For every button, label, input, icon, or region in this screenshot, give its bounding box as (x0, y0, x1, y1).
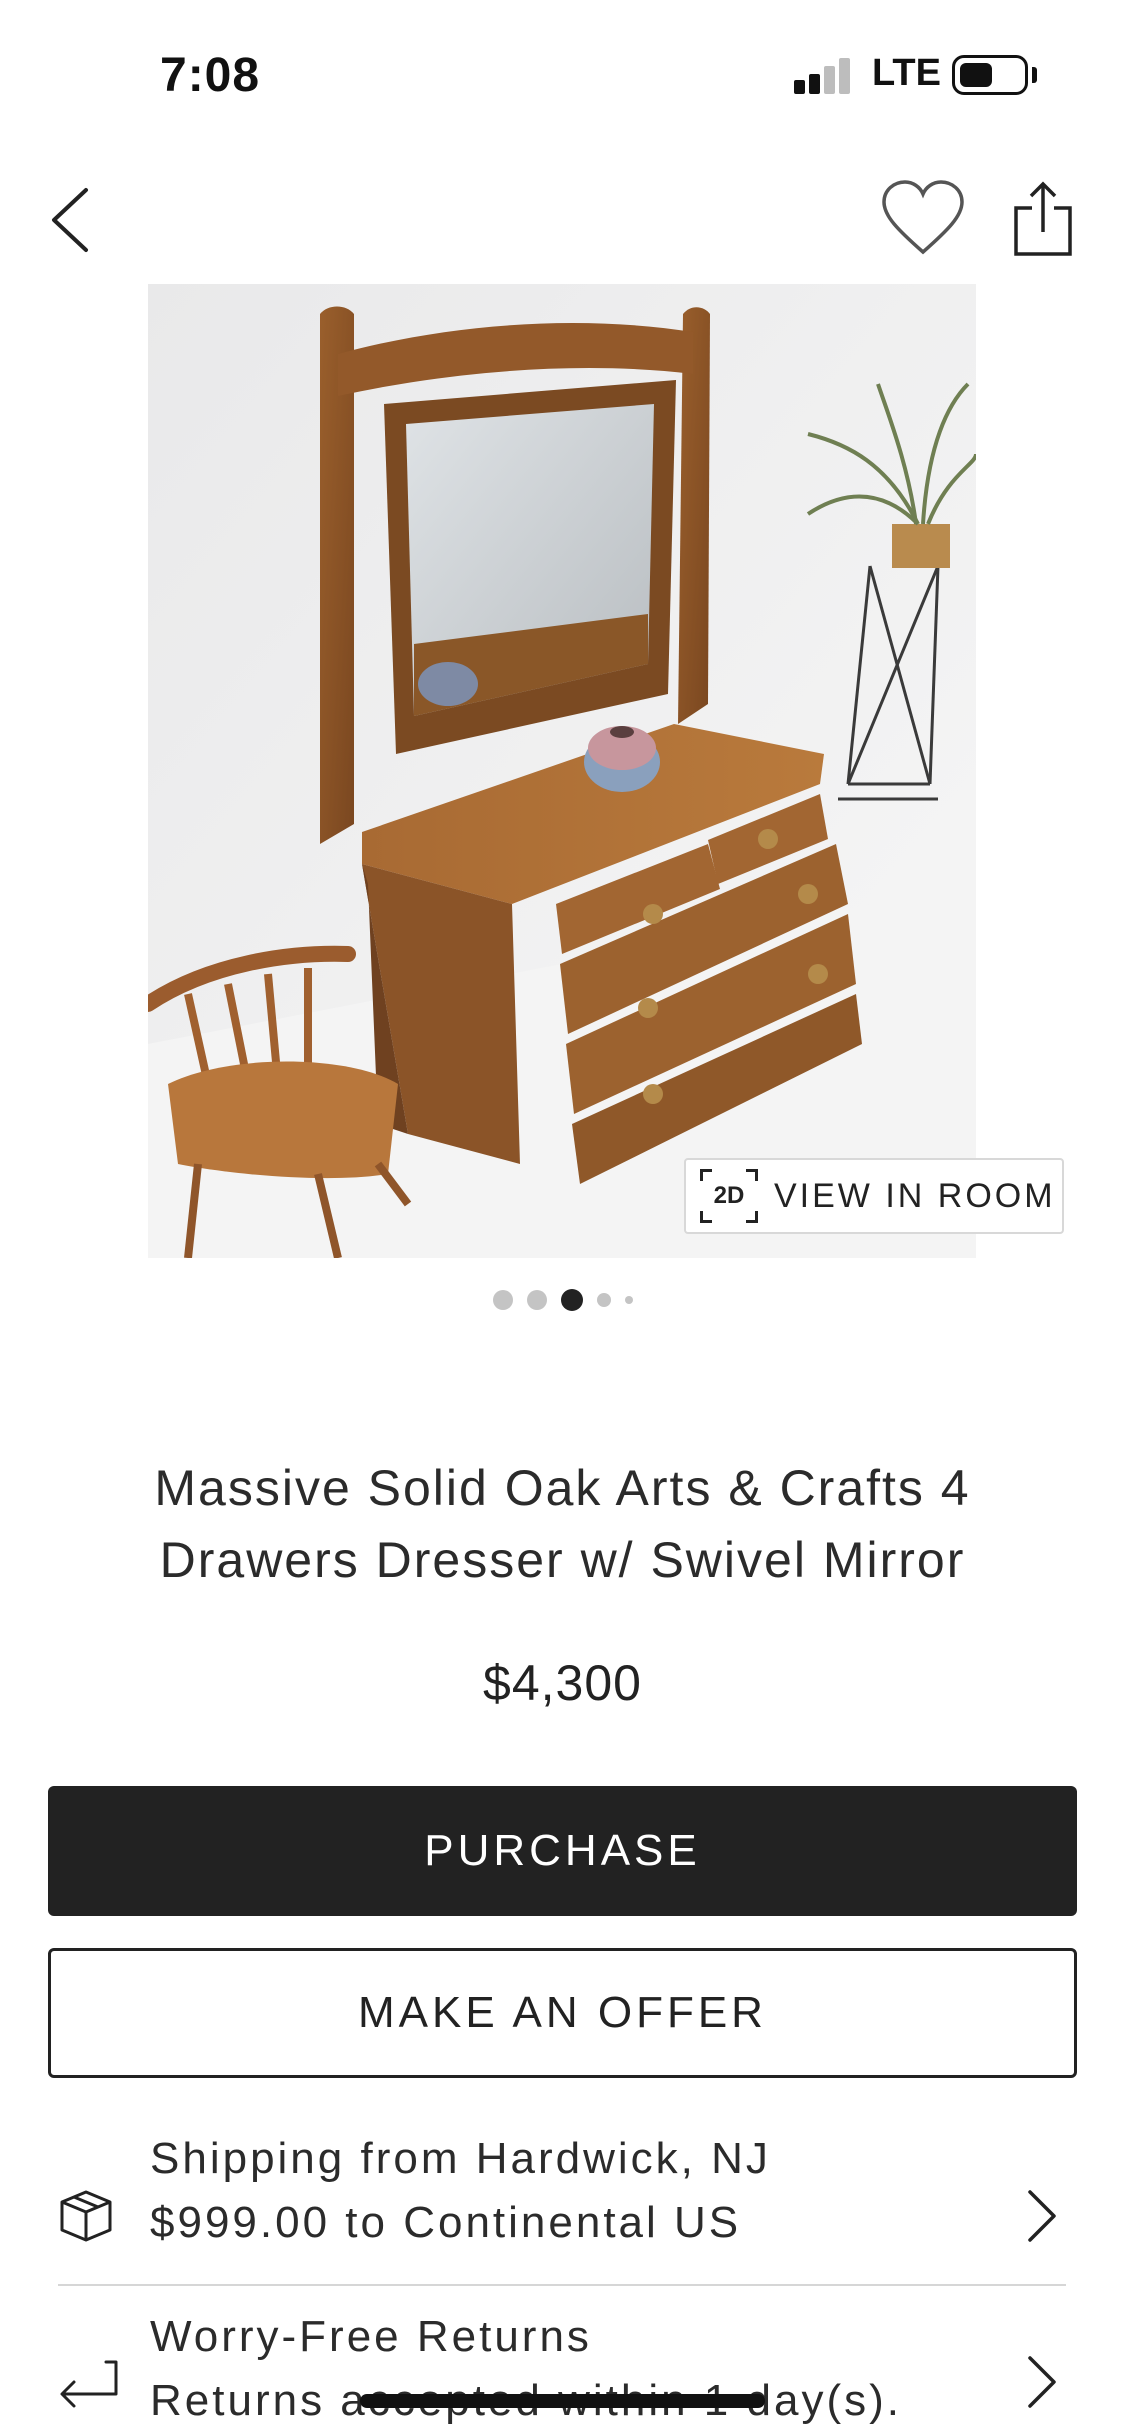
gallery-dot-active[interactable] (560, 1289, 583, 1311)
signal-strength-icon (794, 58, 852, 94)
view-in-room-badge: 2D (713, 1182, 745, 1209)
shipping-row[interactable]: Shipping from Hardwick, NJ $999.00 to Co… (0, 2120, 1125, 2310)
gallery-dot[interactable] (624, 1296, 633, 1304)
make-offer-button-label: MAKE AN OFFER (358, 1988, 767, 2037)
gallery-pagination[interactable] (0, 1288, 1125, 1312)
product-image[interactable] (148, 284, 976, 1258)
view-in-room-label: VIEW IN ROOM (774, 1176, 1056, 1215)
chevron-right-icon (1024, 2352, 1060, 2412)
heart-icon[interactable] (880, 178, 966, 258)
back-icon[interactable] (46, 180, 96, 260)
make-offer-button[interactable]: MAKE AN OFFER (48, 1948, 1077, 2078)
chevron-right-icon (1024, 2186, 1060, 2246)
status-time: 7:08 (160, 49, 261, 102)
divider (58, 2284, 1066, 2286)
returns-row[interactable]: Worry-Free Returns Returns accepted with… (0, 2312, 1125, 2436)
gallery-dot[interactable] (596, 1293, 611, 1307)
home-indicator[interactable] (360, 2394, 765, 2408)
purchase-button[interactable]: PURCHASE (48, 1786, 1077, 1916)
battery-icon (952, 55, 1028, 95)
product-price: $4,300 (483, 1655, 642, 1711)
battery-cap (1032, 67, 1037, 83)
returns-title: Worry-Free Returns (150, 2312, 592, 2361)
gallery-dot[interactable] (492, 1290, 513, 1310)
carrier-label: LTE (872, 52, 941, 94)
view-in-room-button[interactable]: 2D VIEW IN ROOM (684, 1158, 1064, 1234)
return-arrow-icon (58, 2354, 120, 2415)
purchase-button-label: PURCHASE (424, 1826, 701, 1875)
share-icon[interactable] (1010, 180, 1076, 258)
view-in-room-2d-icon: 2D (700, 1169, 758, 1223)
gallery-dot[interactable] (526, 1290, 547, 1310)
package-icon (58, 2188, 114, 2249)
shipping-detail: $999.00 to Continental US (150, 2198, 742, 2247)
product-title: Massive Solid Oak Arts & Crafts 4 Drawer… (154, 1460, 971, 1588)
shipping-title: Shipping from Hardwick, NJ (150, 2134, 771, 2183)
